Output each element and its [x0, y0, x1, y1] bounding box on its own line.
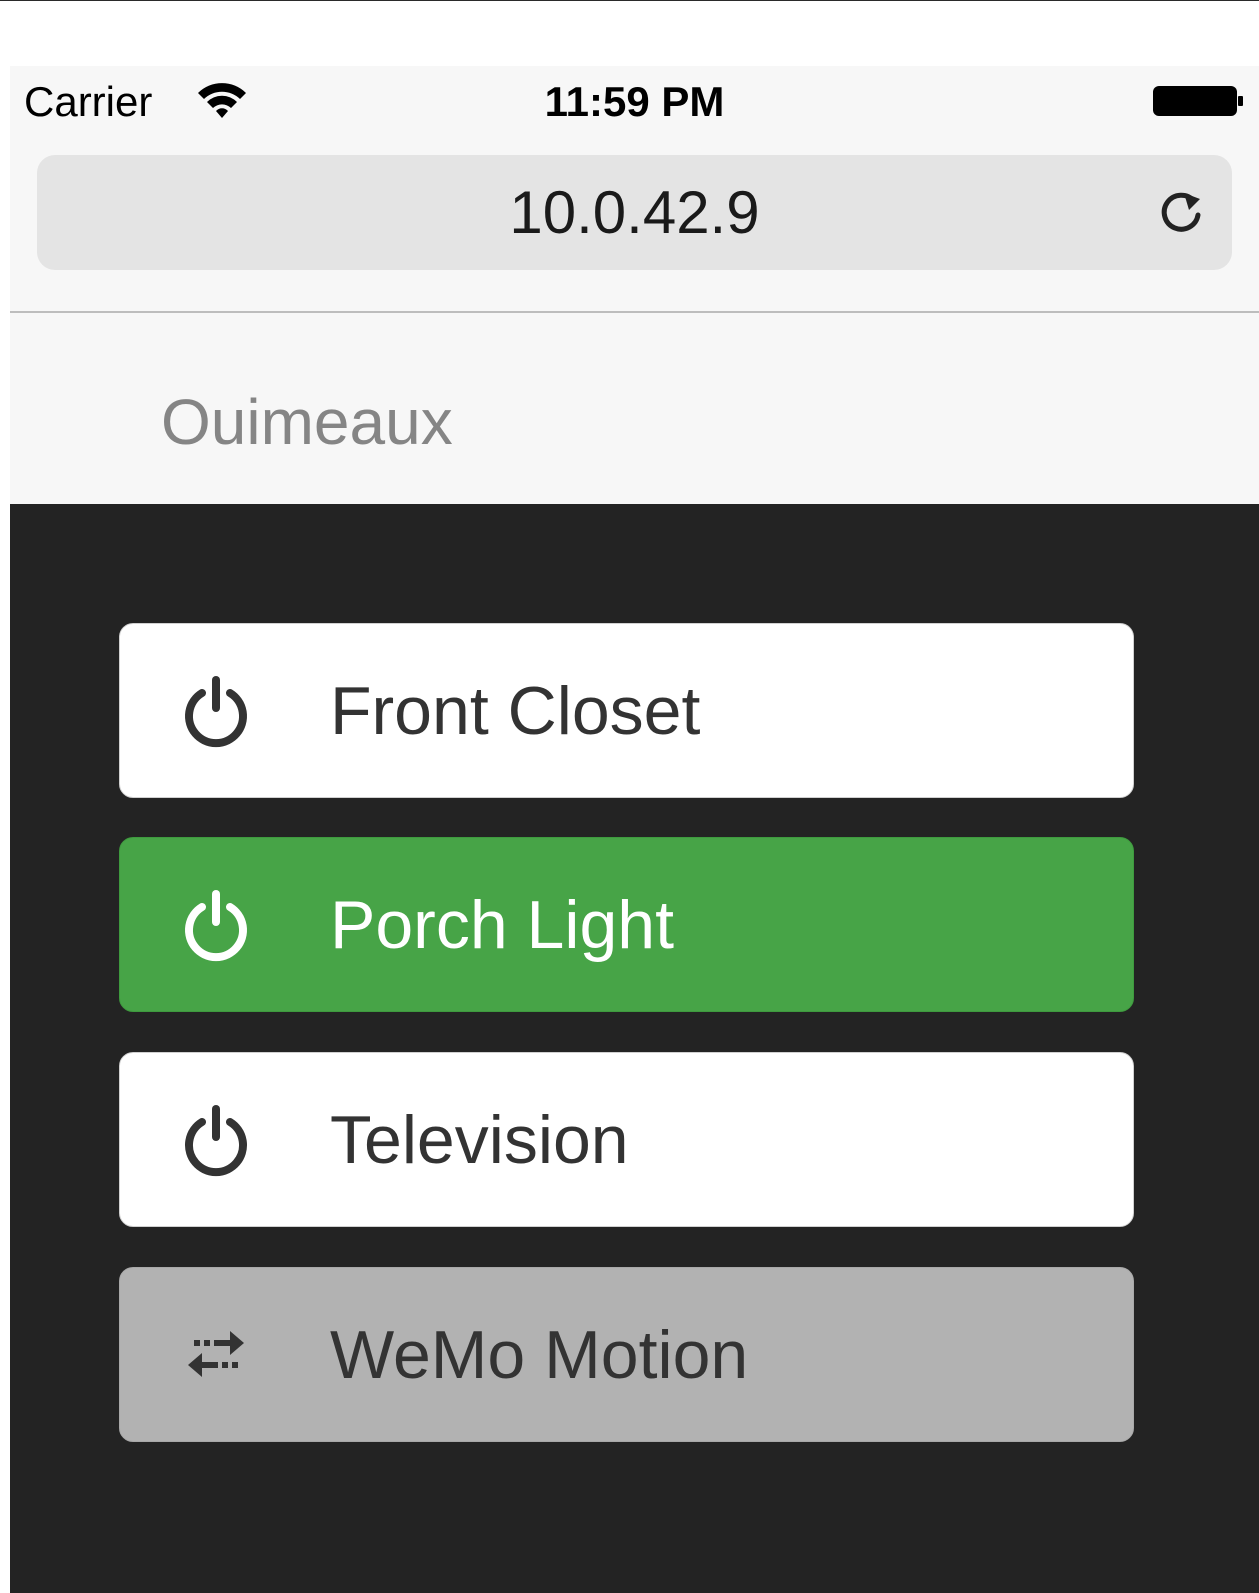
device-list: Front Closet Porch Light Television WeMo… [10, 504, 1259, 1593]
device-label: Front Closet [330, 673, 701, 749]
phone-screen: Carrier 11:59 PM 10.0.42.9 Ouimeaux Fron… [10, 66, 1259, 1593]
power-icon [185, 890, 247, 962]
address-bar[interactable]: 10.0.42.9 [37, 155, 1232, 270]
device-label: WeMo Motion [330, 1317, 749, 1393]
device-label: Porch Light [330, 887, 674, 963]
device-label: Television [330, 1102, 629, 1178]
battery-full-icon [1153, 86, 1243, 116]
device-button-front-closet[interactable]: Front Closet [119, 623, 1134, 798]
power-icon [185, 676, 247, 748]
status-time: 11:59 PM [544, 78, 725, 125]
browser-chrome: Carrier 11:59 PM 10.0.42.9 [10, 66, 1259, 313]
power-icon [185, 1105, 247, 1177]
screenshot-top-margin [0, 0, 1259, 66]
device-button-wemo-motion[interactable]: WeMo Motion [119, 1267, 1134, 1442]
navbar: Ouimeaux [10, 313, 1259, 504]
transfer-arrows-icon [188, 1331, 244, 1377]
url-text[interactable]: 10.0.42.9 [37, 155, 1232, 270]
device-button-porch-light[interactable]: Porch Light [119, 837, 1134, 1012]
navbar-brand[interactable]: Ouimeaux [161, 385, 453, 459]
status-bar: Carrier 11:59 PM [10, 66, 1259, 136]
device-button-television[interactable]: Television [119, 1052, 1134, 1227]
reload-icon[interactable] [1153, 185, 1209, 241]
